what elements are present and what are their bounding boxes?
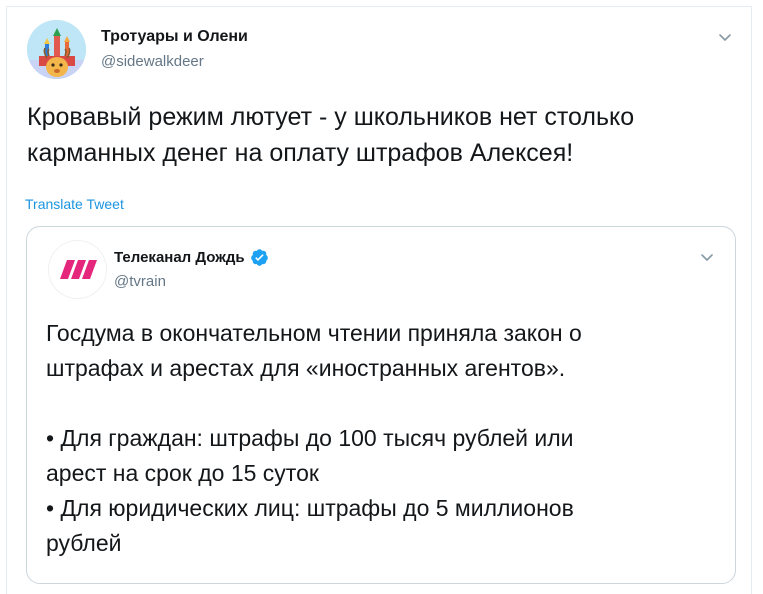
author-name[interactable]: Тротуары и Олени (101, 28, 248, 46)
quoted-author-name[interactable]: Телеканал Дождь (114, 249, 245, 266)
quoted-author-name-row: Телеканал Дождь (114, 248, 269, 267)
translate-tweet-link[interactable]: Translate Tweet (25, 196, 124, 212)
author-avatar[interactable] (27, 20, 86, 79)
tweet-text: Кровавый режим лютует - у школьников нет… (27, 103, 635, 167)
tweet-menu-chevron-down-icon[interactable] (717, 29, 733, 45)
quoted-author-handle[interactable]: @tvrain (114, 273, 166, 290)
verified-badge-icon (250, 248, 269, 267)
quoted-tweet-text: Госдума в окончательном чтении приняла з… (46, 320, 582, 556)
tweet-card: Тротуары и Олени @sidewalkdeer Кровавый … (6, 6, 752, 594)
quoted-tweet-card[interactable]: Телеканал Дождь @tvrain Госдума в оконча… (26, 226, 736, 584)
author-handle[interactable]: @sidewalkdeer (101, 53, 204, 70)
quoted-author-avatar[interactable] (48, 240, 107, 299)
kremlin-deer-avatar-icon (27, 20, 86, 79)
quoted-tweet-menu-chevron-down-icon[interactable] (699, 249, 715, 265)
dozhd-logo-icon (49, 241, 106, 298)
